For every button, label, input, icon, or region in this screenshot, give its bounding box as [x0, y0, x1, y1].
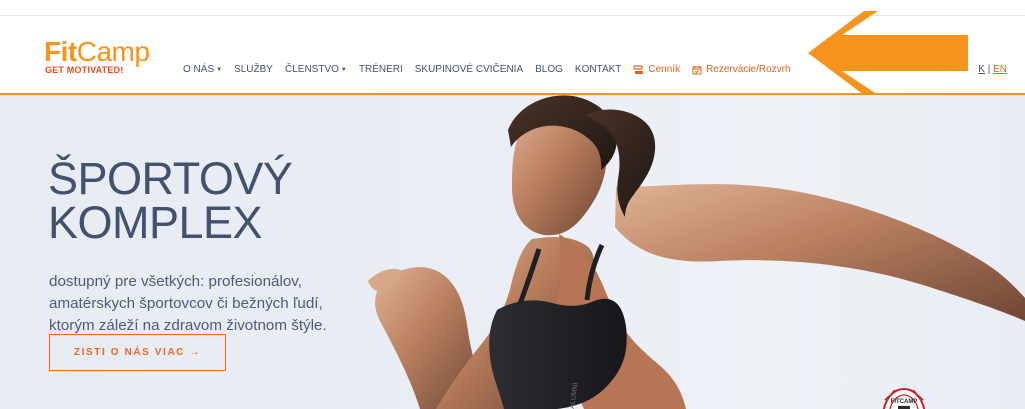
nav-item-blog[interactable]: BLOG	[535, 64, 563, 76]
lang-sk-link[interactable]: K	[978, 64, 985, 75]
lang-en-link[interactable]: EN	[993, 64, 1007, 75]
nav-item-sluzby[interactable]: SLUŽBY	[234, 64, 273, 76]
chevron-down-icon: ▼	[216, 67, 223, 73]
hero-title: ŠPORTOVÝ KOMPLEX	[48, 153, 293, 248]
money-icon	[633, 65, 644, 74]
left-arrow-icon	[808, 11, 968, 95]
nav-item-label: BLOG	[535, 64, 563, 75]
nav-item-o-nas[interactable]: O NÁS ▼	[183, 64, 222, 76]
calendar-check-icon	[692, 66, 702, 75]
nav-item-kontakt[interactable]: KONTAKT	[575, 64, 621, 76]
nav-item-label: TRÉNERI	[358, 64, 403, 75]
main-navigation: O NÁS ▼ SLUŽBY ČLENSTVO ▼ TRÉNERI SKUPIN…	[183, 63, 803, 77]
nav-item-label: ČLENSTVO	[284, 64, 339, 75]
athlete-photo: ALUMNI	[368, 95, 1025, 409]
nav-item-label: SKUPINOVÉ CVIČENIA	[414, 64, 524, 75]
hero-description: dostupný pre všetkých: profesionálov, am…	[49, 273, 327, 335]
logo-fit-text: Fit	[44, 36, 77, 67]
nav-reservation-label: Rezervácie/Rozvrh	[706, 64, 791, 75]
fitcamp-badge-icon: FITCAMP	[882, 387, 926, 409]
nav-item-label: KONTAKT	[574, 64, 622, 75]
nav-item-skupinove-cvicenia[interactable]: SKUPINOVÉ CVIČENIA	[415, 64, 523, 76]
logo-wordmark: FitCamp	[44, 36, 150, 67]
nav-item-label: SLUŽBY	[234, 64, 273, 75]
page: FitCamp GET MOTIVATED! O NÁS ▼ SLUŽBY ČL…	[0, 0, 1025, 409]
about-us-button[interactable]: ZISTI O NÁS VIAC →	[49, 334, 226, 371]
badge-text: FITCAMP	[891, 399, 918, 405]
nav-item-clenstvo[interactable]: ČLENSTVO ▼	[285, 64, 347, 76]
language-switcher: K | EN	[978, 64, 1007, 76]
nav-pricing-link[interactable]: Cenník	[633, 64, 680, 76]
fitcamp-logo[interactable]: FitCamp GET MOTIVATED!	[44, 38, 170, 78]
logo-camp-text: Camp	[76, 36, 150, 67]
lang-separator: |	[987, 64, 991, 75]
nav-item-treneri[interactable]: TRÉNERI	[359, 64, 403, 76]
logo-tagline: GET MOTIVATED!	[45, 65, 124, 75]
hero-section: ALUMNI ŠPORTOVÝ KOMPLEX dostupný pre vše…	[0, 95, 1025, 409]
nav-pricing-label: Cenník	[648, 64, 681, 75]
nav-item-label: O NÁS	[183, 64, 215, 75]
chevron-down-icon: ▼	[340, 67, 347, 73]
nav-reservation-link[interactable]: Rezervácie/Rozvrh	[692, 64, 791, 76]
